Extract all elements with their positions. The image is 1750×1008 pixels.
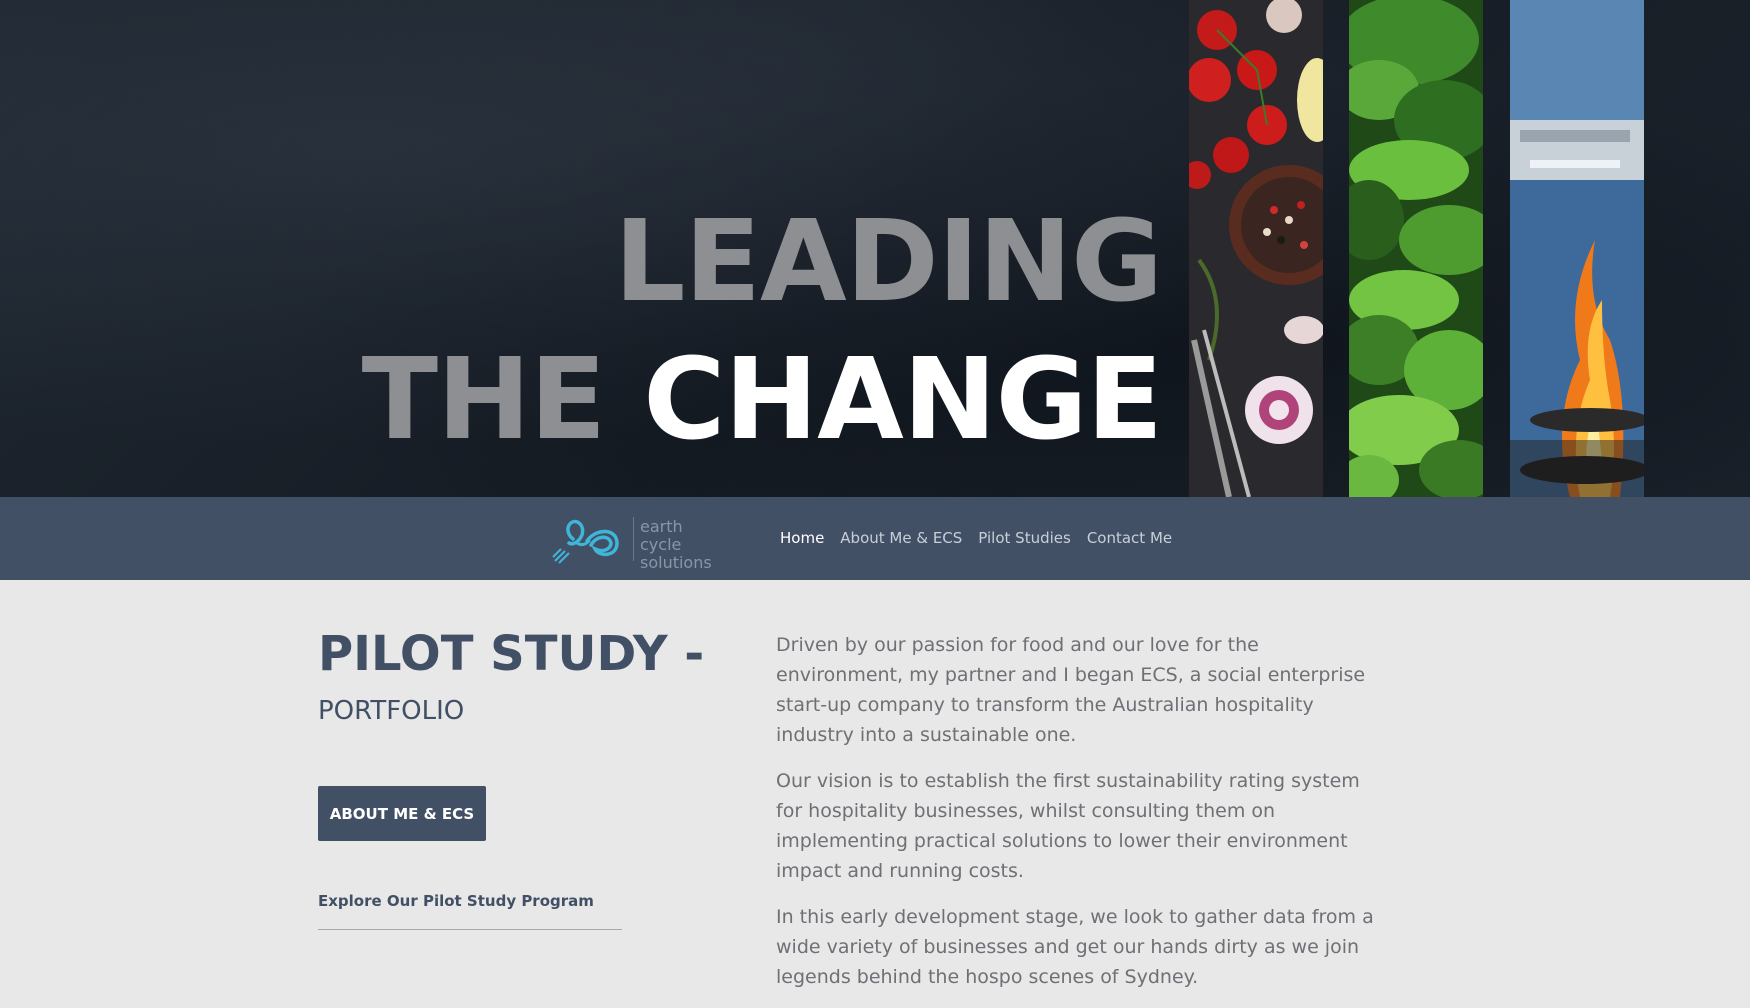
- nav-link-home[interactable]: Home: [780, 529, 824, 547]
- hero-headline-change: CHANGE: [643, 335, 1163, 465]
- intro-text-column: Driven by our passion for food and our l…: [776, 630, 1386, 1008]
- intro-paragraph-3: In this early development stage, we look…: [776, 906, 1374, 988]
- main-navbar: earth cycle solutions Home About Me & EC…: [0, 497, 1750, 580]
- leaf-loop-logo-icon: [552, 519, 619, 564]
- forest-photo-strip: [1349, 0, 1483, 497]
- logo-divider: [633, 517, 634, 561]
- page-title: PILOT STUDY -: [318, 626, 705, 682]
- kitchen-photo-strip: [1510, 0, 1644, 497]
- nav-link-pilot-studies[interactable]: Pilot Studies: [978, 529, 1071, 547]
- ecs-logo[interactable]: earth cycle solutions: [551, 513, 721, 572]
- page-subtitle: PORTFOLIO: [318, 696, 465, 726]
- logo-line1: earth cycle: [640, 517, 683, 554]
- nav-links: Home About Me & ECS Pilot Studies Contac…: [780, 529, 1172, 547]
- explore-pilot-study-link[interactable]: Explore Our Pilot Study Program: [318, 892, 594, 910]
- food-photo-strip: [1189, 0, 1323, 497]
- hero-banner: LEADING THE CHANGE: [0, 0, 1750, 497]
- nav-link-about[interactable]: About Me & ECS: [840, 529, 962, 547]
- explore-divider: [318, 929, 622, 930]
- intro-paragraph-2: Our vision is to establish the first sus…: [776, 770, 1360, 882]
- logo-wordmark: earth cycle solutions: [640, 518, 721, 572]
- intro-paragraph-1: Driven by our passion for food and our l…: [776, 634, 1366, 746]
- hero-headline-the: THE: [361, 335, 607, 465]
- about-me-button[interactable]: ABOUT ME & ECS: [318, 786, 486, 841]
- left-column: PILOT STUDY - PORTFOLIO ABOUT ME & ECS E…: [318, 626, 705, 930]
- logo-line2: solutions: [640, 553, 712, 572]
- hero-headline-line1: LEADING: [614, 197, 1163, 327]
- hero-headline-line2: THE CHANGE: [362, 344, 1163, 456]
- nav-link-contact[interactable]: Contact Me: [1087, 529, 1172, 547]
